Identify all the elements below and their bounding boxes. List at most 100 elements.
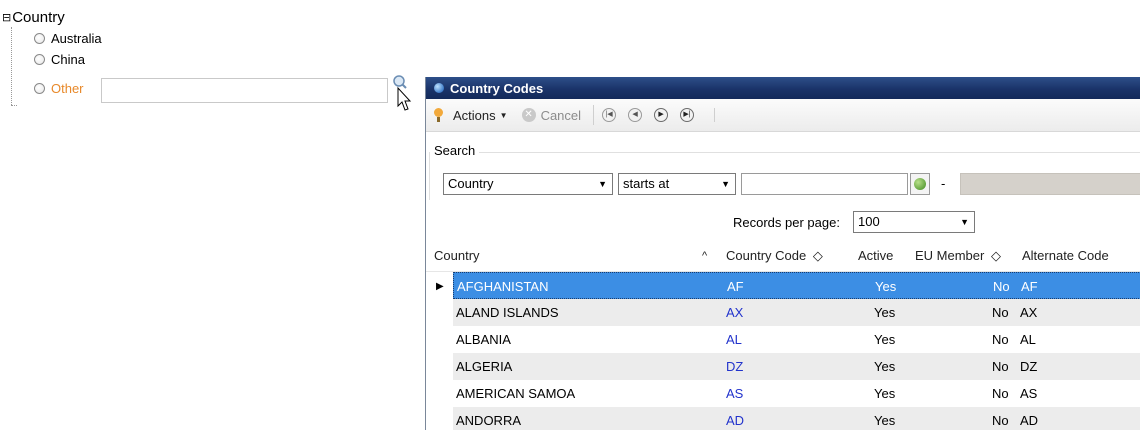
radio-button[interactable] <box>34 83 45 94</box>
records-per-page-value: 100 <box>858 214 880 229</box>
cancel-label: Cancel <box>540 107 582 123</box>
tree-line-branch <box>11 105 17 106</box>
cancel-icon: ✕ <box>521 108 536 122</box>
search-operator-value: starts at <box>623 176 670 191</box>
cell-country: AMERICAN SAMOA <box>456 386 576 401</box>
column-header-country-code[interactable]: Country Code ◇ <box>726 241 823 271</box>
cell-country: ALGERIA <box>456 359 513 374</box>
sortable-icon: ◇ <box>812 248 823 263</box>
country-codes-grid: Country ^ Country Code ◇ Active EU Membe… <box>426 241 1140 430</box>
grid-body: ▶ AFGHANISTAN AF Yes No AF ALAND ISLANDS AX Yes N… <box>426 272 1140 430</box>
country-group-label: Country <box>12 9 65 26</box>
chevron-down-icon: ▼ <box>499 110 508 120</box>
chevron-down-icon: ▼ <box>598 179 607 189</box>
radio-option-other[interactable]: Other <box>34 81 84 96</box>
cell-code: AS <box>726 386 744 401</box>
search-legend: Search <box>434 143 480 158</box>
toolbar-separator <box>714 108 716 122</box>
column-header-country[interactable]: Country <box>434 241 480 271</box>
radio-option-australia[interactable]: Australia <box>34 31 102 46</box>
cell-country: AFGHANISTAN <box>457 279 549 294</box>
column-header-eu-member[interactable]: EU Member ◇ <box>915 241 1001 271</box>
cell-code: AX <box>726 305 744 320</box>
search-operator-select[interactable]: starts at ▼ <box>618 173 736 195</box>
grid-header: Country ^ Country Code ◇ Active EU Membe… <box>426 241 1140 272</box>
cell-code: AF <box>727 279 744 294</box>
table-row[interactable]: ALGERIA DZ Yes No DZ <box>453 353 1140 380</box>
dialog-title: Country Codes <box>450 80 544 96</box>
cell-eu: No <box>993 279 1010 294</box>
cell-alt: DZ <box>1020 359 1038 374</box>
radio-label-australia: Australia <box>51 31 102 46</box>
window-icon <box>434 83 444 93</box>
country-codes-dialog: Country Codes Actions ▼ ✕ Cancel |◀ ◀ ▶ … <box>425 77 1140 430</box>
cell-alt: AF <box>1021 279 1038 294</box>
cancel-button[interactable]: ✕ Cancel <box>512 108 581 123</box>
table-row[interactable]: ALAND ISLANDS AX Yes No AX <box>453 299 1140 326</box>
country-group-header[interactable]: ⊟ Country <box>2 9 65 27</box>
radio-option-china[interactable]: China <box>34 52 85 67</box>
cell-code: AD <box>726 413 745 428</box>
cell-eu: No <box>992 413 1009 428</box>
radio-label-china: China <box>51 52 85 67</box>
search-field-select[interactable]: Country ▼ <box>443 173 613 195</box>
column-label: EU Member <box>915 248 985 263</box>
table-row[interactable]: ▶ AFGHANISTAN AF Yes No AF <box>436 272 1140 299</box>
radio-label-other: Other <box>51 81 84 96</box>
cell-active: Yes <box>874 332 896 347</box>
cell-country: ALAND ISLANDS <box>456 305 559 320</box>
cell-eu: No <box>992 386 1009 401</box>
cell-alt: AX <box>1020 305 1038 320</box>
cell-alt: AL <box>1020 332 1036 347</box>
tree-line <box>11 27 12 105</box>
cell-code: AL <box>726 332 742 347</box>
cell-eu: No <box>992 305 1009 320</box>
mouse-cursor-icon <box>397 86 412 111</box>
cell-alt: AS <box>1020 386 1038 401</box>
search-field-value: Country <box>448 176 494 191</box>
actions-menu-button[interactable]: Actions ▼ <box>453 108 508 123</box>
search-value-input[interactable] <box>741 173 908 195</box>
table-row[interactable]: ALBANIA AL Yes No AL <box>453 326 1140 353</box>
cell-country: ALBANIA <box>456 332 511 347</box>
cell-code: DZ <box>726 359 744 374</box>
current-row-indicator-icon: ▶ <box>436 281 444 292</box>
radio-button[interactable] <box>34 54 45 65</box>
radio-button[interactable] <box>34 33 45 44</box>
records-per-page-label: Records per page: <box>733 215 840 230</box>
next-page-icon[interactable]: ▶ <box>654 108 669 122</box>
cell-eu: No <box>992 359 1009 374</box>
cell-active: Yes <box>874 359 896 374</box>
search-go-button[interactable] <box>910 173 930 195</box>
column-header-alternate-code[interactable]: Alternate Code <box>1022 241 1109 271</box>
go-arrow-icon <box>914 178 926 190</box>
sort-ascending-icon[interactable]: ^ <box>702 241 707 271</box>
other-country-input[interactable] <box>101 78 388 103</box>
cell-active: Yes <box>874 413 896 428</box>
search-to-input <box>960 173 1140 195</box>
column-header-active[interactable]: Active <box>858 241 893 271</box>
toolbar: Actions ▼ ✕ Cancel |◀ ◀ ▶ ▶| <box>426 99 1140 132</box>
actions-label: Actions <box>453 107 496 123</box>
chevron-down-icon: ▼ <box>960 217 969 227</box>
table-row[interactable]: ANDORRA AD Yes No AD <box>453 407 1140 430</box>
last-page-icon[interactable]: ▶| <box>680 108 695 122</box>
sortable-icon: ◇ <box>990 248 1001 263</box>
collapse-icon[interactable]: ⊟ <box>2 9 11 27</box>
cell-active: Yes <box>875 279 897 294</box>
search-fieldset-border <box>429 152 430 200</box>
cell-country: ANDORRA <box>456 413 522 428</box>
cell-eu: No <box>992 332 1009 347</box>
toolbar-separator <box>593 105 595 125</box>
previous-page-icon[interactable]: ◀ <box>628 108 643 122</box>
column-label: Country Code <box>726 248 807 263</box>
cell-active: Yes <box>874 386 896 401</box>
cell-active: Yes <box>874 305 896 320</box>
table-row[interactable]: AMERICAN SAMOA AS Yes No AS <box>453 380 1140 407</box>
lightbulb-icon <box>434 108 443 122</box>
cell-alt: AD <box>1020 413 1039 428</box>
records-per-page-select[interactable]: 100 ▼ <box>853 211 975 233</box>
dialog-title-bar[interactable]: Country Codes <box>426 77 1140 99</box>
lookup-magnifier-icon[interactable] <box>391 74 413 114</box>
first-page-icon[interactable]: |◀ <box>602 108 617 122</box>
